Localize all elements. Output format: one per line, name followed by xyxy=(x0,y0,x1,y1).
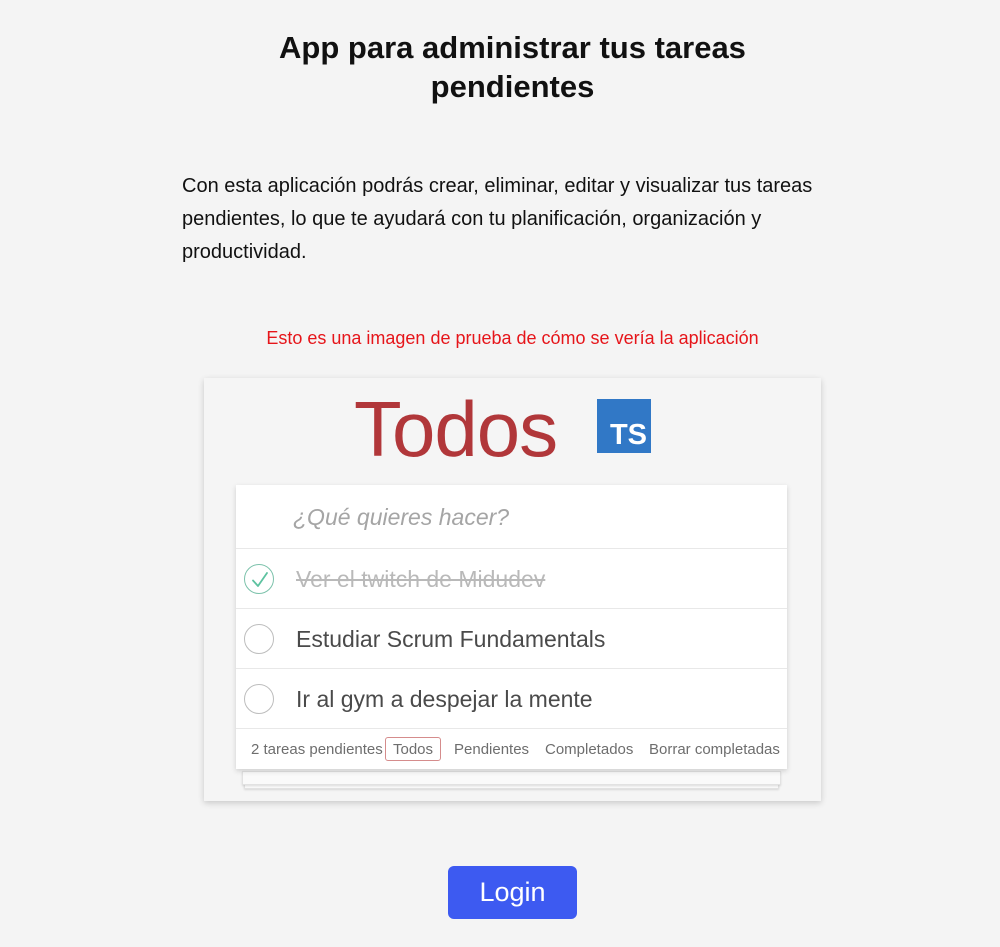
todo-item-label[interactable]: Ir al gym a despejar la mente xyxy=(296,686,593,713)
todo-item: Ver el twitch de Midudev xyxy=(236,549,787,609)
todo-item: Estudiar Scrum Fundamentals xyxy=(236,609,787,669)
filter-all[interactable]: Todos xyxy=(385,737,442,761)
app-description: Con esta aplicación podrás crear, elimin… xyxy=(182,175,813,263)
typescript-logo-text: TS xyxy=(609,419,647,451)
todo-item: Ir al gym a despejar la mente xyxy=(236,669,787,729)
checkmark-icon xyxy=(252,572,268,587)
login-button[interactable]: Login xyxy=(448,866,577,919)
typescript-logo: TS xyxy=(597,399,651,453)
preview-note: Esto es una imagen de prueba de cómo se … xyxy=(266,328,759,348)
todo-toggle-checkbox[interactable] xyxy=(244,624,274,654)
todo-item-label[interactable]: Ver el twitch de Midudev xyxy=(296,566,545,593)
new-todo-row xyxy=(236,485,787,549)
todo-list-card: Ver el twitch de Midudev Estudiar Scrum … xyxy=(236,485,787,769)
todo-item-label[interactable]: Estudiar Scrum Fundamentals xyxy=(296,626,605,653)
page-title: App para administrar tus tareas pendient… xyxy=(279,30,746,104)
pending-count: 2 tareas pendientes xyxy=(251,741,383,758)
clear-completed-button[interactable]: Borrar completadas xyxy=(649,741,780,758)
todo-toggle-checkbox[interactable] xyxy=(244,684,274,714)
filter-completed[interactable]: Completados xyxy=(537,737,641,761)
app-preview-image: Todos TS Ver el twitch de Midudev Estudi… xyxy=(204,378,821,801)
todo-app-panel: Ver el twitch de Midudev Estudiar Scrum … xyxy=(236,485,787,789)
todos-title: Todos xyxy=(354,385,558,473)
panel-stack-shadow xyxy=(242,771,781,785)
filter-pending[interactable]: Pendientes xyxy=(446,737,537,761)
todo-toggle-checkbox[interactable] xyxy=(244,564,274,594)
new-todo-input[interactable] xyxy=(293,497,763,537)
todo-footer: 2 tareas pendientes Todos Pendientes Com… xyxy=(236,729,787,769)
